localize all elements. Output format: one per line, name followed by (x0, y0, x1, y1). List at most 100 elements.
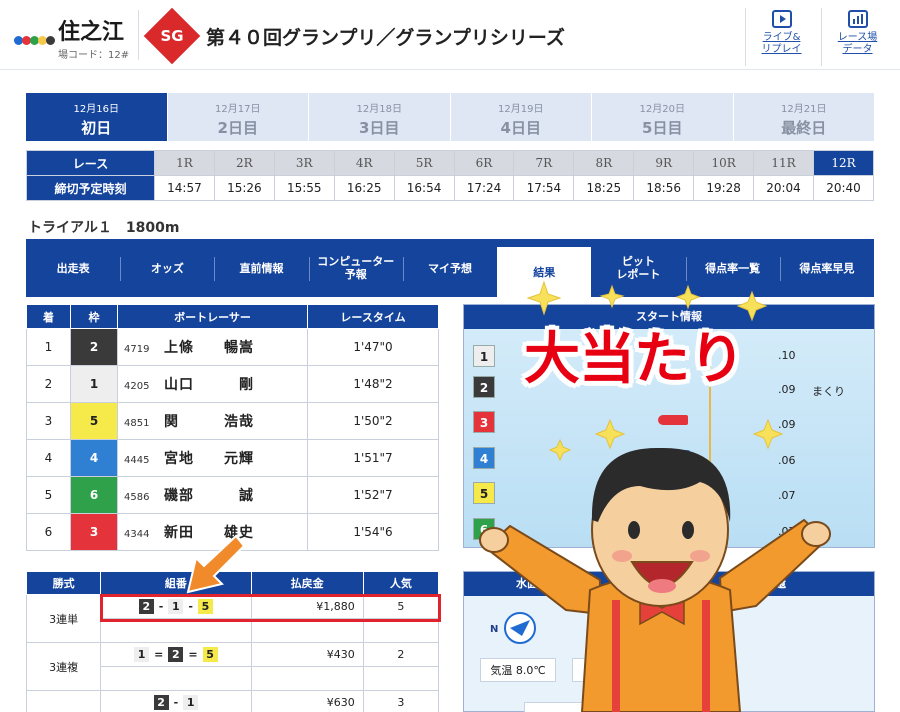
deadline-time: 14:57 (154, 175, 215, 201)
day-tab-2[interactable]: 12月17日 2日目 (167, 93, 308, 141)
frame-badge: 6 (71, 477, 117, 513)
rank: 6 (26, 513, 71, 551)
day-tab-4[interactable]: 12月19日 4日目 (450, 93, 591, 141)
weather-cell (572, 658, 648, 682)
start-timing: .06 (778, 454, 796, 467)
venue-logo[interactable]: 住之江 場コード：12# (14, 14, 132, 62)
combination: 1 = 2 = 5 (100, 642, 252, 667)
race-tab-2[interactable]: 2R (213, 150, 275, 176)
water-condition-title: 水面 (516, 577, 538, 590)
race-tab-4[interactable]: 4R (333, 150, 395, 176)
winning-bet-highlight (100, 594, 441, 622)
tab-my-forecast[interactable]: マイ予想 (402, 239, 497, 297)
race-tab-3[interactable]: 3R (273, 150, 335, 176)
payout-header-row: 勝式 組番 払戻金 人気 (25, 571, 440, 595)
day-tab-name: 初日 (81, 119, 112, 137)
bet-type: 3連単 (25, 594, 102, 643)
col-frame: 枠 (70, 304, 118, 329)
race-tab-1[interactable]: 1R (154, 150, 215, 176)
race-tab-11[interactable]: 11R (753, 150, 814, 176)
popularity: 2 (362, 642, 440, 667)
payout-table: 勝式 組番 払戻金 人気 3連単 2-1-5 ¥1,880 5 3連複 1 = 2 =… (25, 571, 440, 712)
racer-id: 4205 (124, 381, 150, 392)
race-label: レース (26, 150, 155, 176)
deadline-time: 20:40 (812, 175, 875, 201)
race-tab-12[interactable]: 12R (812, 150, 875, 176)
tab-computer-forecast[interactable]: コンピューター 予報 (308, 239, 403, 297)
live-replay-button[interactable]: ライブ& リプレイ (745, 8, 817, 66)
combination (100, 666, 252, 691)
tab-score-list[interactable]: 得点率一覧 (685, 239, 780, 297)
combo-frame: 2 (168, 647, 184, 662)
race-time: 1'50"2 (307, 402, 439, 440)
rank: 5 (26, 476, 71, 514)
racer-cell[interactable]: 4719 上條 暢嵩 (117, 328, 308, 366)
racer-cell[interactable]: 4344 新田 雄史 (117, 513, 308, 551)
bet-type: 3連複 (25, 642, 102, 691)
start-lane-badge: 4 (473, 447, 495, 469)
race-tab-7[interactable]: 7R (513, 150, 575, 176)
start-timing: .07 (778, 489, 796, 502)
racer-id: 4344 (124, 529, 150, 540)
race-venue-data-button[interactable]: レース場 データ (821, 8, 893, 66)
race-tab-8[interactable]: 8R (573, 150, 635, 176)
combo-frame: 1 (183, 695, 199, 710)
start-lane-badge: 6 (473, 518, 495, 540)
frame-badge: 1 (71, 366, 117, 402)
race-venue-data-label-2: データ (842, 44, 873, 55)
racer-name: 宮地 元輝 (164, 451, 254, 467)
day-tab-1[interactable]: 12月16日 初日 (26, 93, 167, 141)
combo-frame: 2 (153, 695, 169, 710)
data-chart-icon (847, 10, 868, 28)
start-timing: .09 (778, 418, 796, 431)
air-temperature: 気温 8.0℃ (480, 658, 556, 682)
racer-cell[interactable]: 4586 磯部 誠 (117, 476, 308, 514)
big-win-text: 大当たり (524, 327, 745, 392)
results-header-row: 着 枠 ボートレーサー レースタイム (26, 304, 439, 329)
race-tab-9[interactable]: 9R (633, 150, 695, 176)
racer-cell[interactable]: 4205 山口 剛 (117, 365, 308, 403)
tab-results[interactable]: 結果 (497, 247, 592, 297)
start-lane-badge: 3 (473, 411, 495, 433)
tab-entry-list[interactable]: 出走表 (26, 239, 120, 297)
race-number-row: レース 1R 2R 3R 4R 5R 6R 7R 8R 9R 10R 11R 1… (26, 150, 875, 176)
water-condition-panel: 水面 返還 N 気温 8.0℃ (463, 571, 875, 712)
deadline-time: 18:25 (573, 175, 635, 201)
tab-pit-report[interactable]: ピット レポート (591, 239, 685, 297)
boat-icon (658, 415, 688, 425)
day-tab-3[interactable]: 12月18日 3日目 (309, 93, 450, 141)
tv-icon (771, 10, 792, 28)
race-tab-6[interactable]: 6R (453, 150, 515, 176)
frame-badge: 2 (71, 329, 117, 365)
start-decisive-factor: まくり (812, 385, 845, 398)
live-replay-label-1: ライブ& (762, 32, 801, 43)
day-tab-name: 最終日 (781, 119, 827, 137)
racer-cell[interactable]: 4445 宮地 元輝 (117, 439, 308, 477)
payout-amount (250, 666, 364, 691)
live-replay-label-2: リプレイ (761, 44, 802, 55)
venue-name: 住之江 (58, 20, 125, 45)
race-title: トライアル１ 1800m (28, 220, 180, 236)
table-row: 4 4 4445 宮地 元輝 1'51"7 (26, 439, 439, 477)
deadline-time: 16:54 (393, 175, 455, 201)
tab-pre-race[interactable]: 直前情報 (214, 239, 308, 297)
racer-cell[interactable]: 4851 関 浩哉 (117, 402, 308, 440)
combo-frame: 1 (134, 647, 150, 662)
day-tab-6[interactable]: 12月21日 最終日 (733, 93, 874, 141)
table-row: 3連複 1 = 2 = 5 ¥430 2 (25, 642, 440, 691)
frame-badge: 4 (71, 440, 117, 476)
day-tab-name: 2日目 (217, 119, 258, 137)
tab-label: 得点率一覧 (705, 261, 761, 275)
race-tab-10[interactable]: 10R (693, 150, 755, 176)
deadline-time: 17:24 (453, 175, 515, 201)
tab-odds[interactable]: オッズ (120, 239, 214, 297)
day-tab-date: 12月17日 (215, 104, 261, 115)
venue-emblem-icon (14, 32, 60, 48)
bet-type (25, 690, 102, 712)
deadline-time: 19:28 (693, 175, 755, 201)
race-time: 1'52"7 (307, 476, 439, 514)
race-tab-5[interactable]: 5R (393, 150, 455, 176)
tab-score-chart[interactable]: 得点率早見 (779, 239, 874, 297)
day-tab-5[interactable]: 12月20日 5日目 (592, 93, 733, 141)
compass-north-label: N (490, 624, 499, 635)
